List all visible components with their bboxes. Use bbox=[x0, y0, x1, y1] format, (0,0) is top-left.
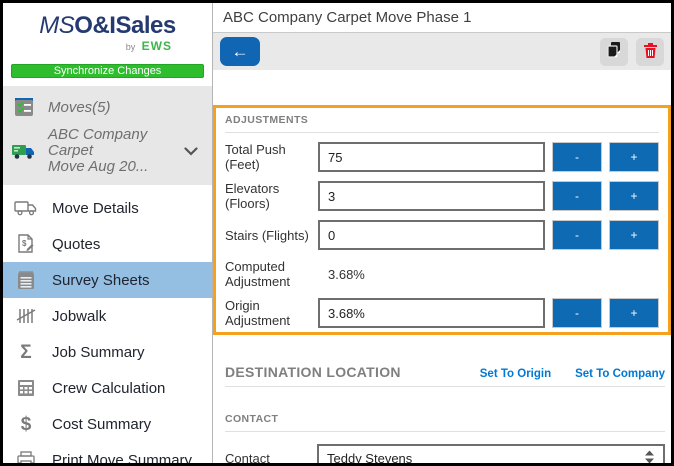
active-move-label: ABC Company Carpet Move Aug 20... bbox=[48, 126, 149, 175]
app-logo: MSO&ISales by EWS bbox=[3, 3, 212, 57]
notepad-icon bbox=[13, 269, 39, 291]
origin-adjustment-input[interactable] bbox=[318, 298, 545, 328]
field-label: Stairs (Flights) bbox=[225, 227, 309, 243]
sigma-icon: Σ bbox=[20, 341, 32, 363]
field-label: Total Push (Feet) bbox=[225, 142, 286, 172]
sidebar-item-label: Jobwalk bbox=[52, 307, 107, 325]
moves-list-icon bbox=[11, 95, 37, 119]
adjustment-row-origin: Origin Adjustment - + bbox=[225, 298, 659, 328]
back-arrow-icon: ← bbox=[231, 41, 249, 61]
calculator-grid-icon bbox=[13, 378, 39, 398]
contact-title: CONTACT bbox=[225, 413, 279, 425]
quote-document-icon: $ bbox=[13, 233, 39, 255]
stairs-decrement-button[interactable]: - bbox=[552, 220, 602, 250]
logo-name: O&ISales bbox=[74, 12, 176, 39]
logo-ms: MS bbox=[39, 12, 75, 39]
delete-button[interactable] bbox=[636, 37, 664, 66]
copy-button[interactable] bbox=[600, 37, 628, 66]
trash-icon bbox=[643, 42, 658, 62]
sidebar-item-label: Job Summary bbox=[52, 343, 145, 361]
origin-adjustment-increment-button[interactable]: + bbox=[609, 298, 659, 328]
divider bbox=[225, 431, 665, 432]
adjustment-row-total-push: Total Push (Feet) - + bbox=[225, 142, 659, 172]
copy-icon bbox=[606, 41, 622, 62]
sidebar-item-label: Cost Summary bbox=[52, 415, 152, 433]
main-panel: ABC Company Carpet Move Phase 1 ← ADJUST… bbox=[213, 3, 671, 463]
destination-location-title: DESTINATION LOCATION bbox=[225, 364, 401, 380]
svg-text:$: $ bbox=[22, 239, 27, 248]
move-truck-icon bbox=[11, 140, 37, 162]
field-label: Elevators (Floors) bbox=[225, 181, 280, 211]
stairs-input[interactable] bbox=[318, 220, 545, 250]
truck-outline-icon bbox=[13, 199, 39, 217]
total-push-input[interactable] bbox=[318, 142, 545, 172]
select-spinner-icon bbox=[644, 450, 655, 463]
moves-header-item[interactable]: Moves(5) bbox=[3, 91, 212, 123]
field-label: Computed Adjustment bbox=[225, 259, 291, 289]
set-to-origin-link[interactable]: Set To Origin bbox=[480, 368, 551, 380]
sidebar-item-job-summary[interactable]: Σ Job Summary bbox=[3, 334, 212, 370]
adjustments-title: ADJUSTMENTS bbox=[225, 114, 309, 126]
tally-marks-icon bbox=[13, 306, 39, 326]
adjustments-section: ADJUSTMENTS Total Push (Feet) - + Elevat… bbox=[213, 105, 671, 335]
sidebar-item-label: Survey Sheets bbox=[52, 271, 150, 289]
sidebar-item-survey-sheets[interactable]: Survey Sheets bbox=[3, 262, 212, 298]
logo-by: by bbox=[125, 42, 136, 52]
sidebar-item-print-move-summary[interactable]: Print Move Summary bbox=[3, 442, 212, 463]
origin-adjustment-decrement-button[interactable]: - bbox=[552, 298, 602, 328]
elevators-decrement-button[interactable]: - bbox=[552, 181, 602, 211]
moves-group: Moves(5) ABC Company Carpet Move Aug 20.… bbox=[3, 86, 212, 185]
moves-header-label: Moves(5) bbox=[48, 98, 111, 116]
sidebar-item-label: Move Details bbox=[52, 199, 139, 217]
contact-select[interactable]: Teddy Stevens bbox=[317, 444, 665, 463]
sidebar-item-jobwalk[interactable]: Jobwalk bbox=[3, 298, 212, 334]
adjustment-row-stairs: Stairs (Flights) - + bbox=[225, 220, 659, 250]
sidebar-item-move-details[interactable]: Move Details bbox=[3, 190, 212, 226]
printer-icon bbox=[13, 450, 39, 463]
content-area: ADJUSTMENTS Total Push (Feet) - + Elevat… bbox=[213, 70, 671, 463]
page-title: ABC Company Carpet Move Phase 1 bbox=[223, 9, 472, 26]
sidebar-item-label: Crew Calculation bbox=[52, 379, 166, 397]
total-push-increment-button[interactable]: + bbox=[609, 142, 659, 172]
back-button[interactable]: ← bbox=[220, 37, 260, 66]
synchronize-changes-button[interactable]: Synchronize Changes bbox=[11, 64, 204, 78]
logo-ews: EWS bbox=[141, 39, 172, 53]
computed-adjustment-value: 3.68% bbox=[328, 266, 365, 282]
adjustment-row-computed: Computed Adjustment 3.68% bbox=[225, 259, 659, 289]
dollar-icon: $ bbox=[20, 413, 32, 435]
sidebar-item-label: Quotes bbox=[52, 235, 101, 253]
sidebar-item-quotes[interactable]: $ Quotes bbox=[3, 226, 212, 262]
divider bbox=[225, 132, 659, 133]
elevators-input[interactable] bbox=[318, 181, 545, 211]
sidebar-item-cost-summary[interactable]: $ Cost Summary bbox=[3, 406, 212, 442]
elevators-increment-button[interactable]: + bbox=[609, 181, 659, 211]
adjustment-row-elevators: Elevators (Floors) - + bbox=[225, 181, 659, 211]
sidebar-menu: Move Details $ Quotes Survey Sheets Jobw… bbox=[3, 185, 212, 463]
field-label: Origin Adjustment bbox=[225, 298, 291, 328]
sidebar-item-label: Print Move Summary bbox=[52, 451, 193, 464]
page-title-bar: ABC Company Carpet Move Phase 1 bbox=[213, 3, 671, 33]
chevron-down-icon[interactable] bbox=[184, 146, 204, 156]
total-push-decrement-button[interactable]: - bbox=[552, 142, 602, 172]
contact-selected-value: Teddy Stevens bbox=[327, 451, 413, 463]
active-move-item[interactable]: ABC Company Carpet Move Aug 20... bbox=[3, 123, 212, 179]
stairs-increment-button[interactable]: + bbox=[609, 220, 659, 250]
sidebar-item-crew-calculation[interactable]: Crew Calculation bbox=[3, 370, 212, 406]
destination-location-section: DESTINATION LOCATION Set To Origin Set T… bbox=[213, 364, 671, 387]
set-to-company-link[interactable]: Set To Company bbox=[575, 368, 665, 380]
contact-section: CONTACT Contact Teddy Stevens bbox=[213, 413, 671, 463]
divider bbox=[225, 386, 665, 387]
sidebar: MSO&ISales by EWS Synchronize Changes Mo… bbox=[3, 3, 213, 463]
contact-field-label: Contact bbox=[225, 451, 270, 463]
toolbar: ← bbox=[213, 33, 671, 70]
